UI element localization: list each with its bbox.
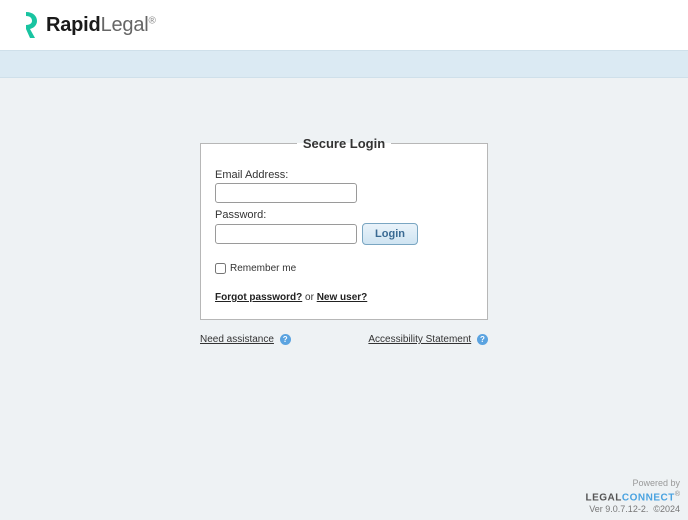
password-field[interactable] (215, 224, 357, 244)
login-wrapper: Secure Login Email Address: Password: Lo… (200, 136, 488, 345)
login-legend: Secure Login (297, 136, 391, 151)
email-label: Email Address: (215, 169, 473, 181)
password-row: Login (215, 223, 473, 245)
login-legend-text: Secure Login (303, 136, 385, 151)
login-button[interactable]: Login (362, 223, 418, 245)
powered-by-label: Powered by (585, 478, 680, 490)
brand-name-light: Legal (101, 14, 149, 36)
accessibility-wrap: Accessibility Statement ? (368, 334, 488, 345)
copyright-text: ©2024 (653, 504, 680, 514)
version-line: Ver 9.0.7.12-2. ©2024 (585, 504, 680, 516)
remember-checkbox[interactable] (215, 263, 226, 274)
new-user-link[interactable]: New user? (317, 292, 368, 303)
version-text: Ver 9.0.7.12-2. (589, 504, 648, 514)
or-text: or (302, 292, 316, 303)
remember-row: Remember me (215, 263, 473, 274)
login-fieldset: Secure Login Email Address: Password: Lo… (200, 136, 488, 320)
support-links: Need assistance ? Accessibility Statemen… (200, 334, 488, 345)
brand-name: RapidLegal® (46, 14, 156, 37)
info-icon: ? (280, 334, 291, 345)
legalconnect-c: CONNECT (622, 492, 675, 503)
rapid-legal-mark-icon (18, 10, 40, 40)
remember-label: Remember me (230, 263, 296, 274)
password-label: Password: (215, 209, 473, 221)
brand-name-bold: Rapid (46, 14, 101, 36)
legalconnect-l: LEGAL (585, 492, 621, 503)
accessibility-link[interactable]: Accessibility Statement (368, 334, 471, 345)
need-assistance-link[interactable]: Need assistance (200, 334, 274, 345)
main-content: Secure Login Email Address: Password: Lo… (0, 136, 688, 345)
brand-registered: ® (149, 15, 156, 26)
footer: Powered by LEGALCONNECT® Ver 9.0.7.12-2.… (585, 478, 680, 516)
need-assistance-wrap: Need assistance ? (200, 334, 291, 345)
legalconnect-reg: ® (675, 491, 680, 498)
info-icon: ? (477, 334, 488, 345)
legalconnect-brand: LEGALCONNECT® (585, 490, 680, 504)
recovery-links: Forgot password? or New user? (215, 292, 473, 303)
nav-strip (0, 50, 688, 78)
email-field[interactable] (215, 183, 357, 203)
forgot-password-link[interactable]: Forgot password? (215, 292, 302, 303)
header-bar: RapidLegal® (0, 0, 688, 50)
brand-logo: RapidLegal® (18, 10, 156, 40)
